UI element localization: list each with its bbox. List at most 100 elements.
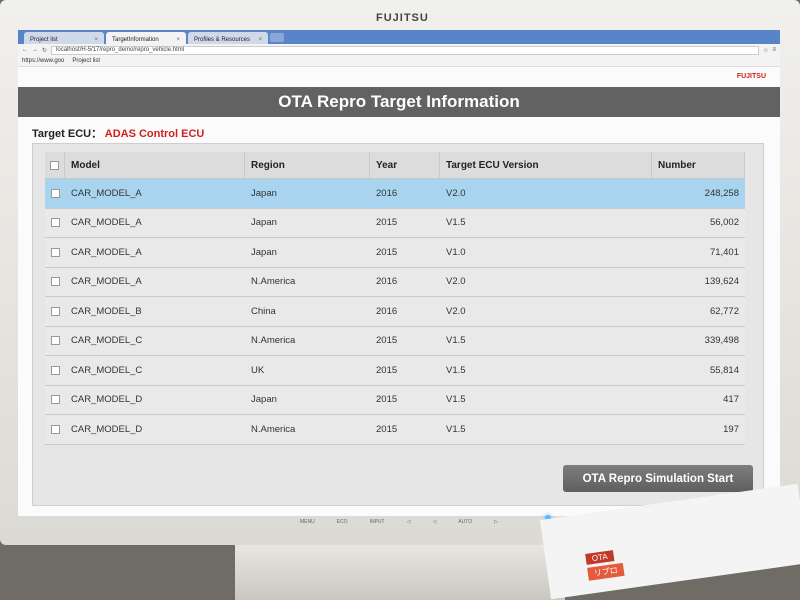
tab-label: Project list [30, 36, 58, 43]
row-checkbox-cell [45, 247, 65, 257]
page-title: OTA Repro Target Information [18, 87, 780, 117]
page-content: FUJITSU OTA Repro Target Information Tar… [18, 67, 780, 516]
cell-year: 2015 [376, 394, 398, 406]
row-checkbox[interactable] [50, 395, 60, 405]
table-row[interactable]: CAR_MODEL_B China 2016 V2.0 62,772 [45, 297, 745, 327]
tab-profiles-resources[interactable]: Profiles & Resources × [188, 32, 268, 44]
table-header: Model Region Year Target ECU Version Num… [45, 152, 745, 179]
cell-model: CAR_MODEL_C [71, 364, 143, 376]
tab-target-information[interactable]: TargetInformation × [106, 32, 186, 44]
cell-region: Japan [251, 394, 277, 406]
row-checkbox-cell [45, 218, 65, 228]
close-icon[interactable]: × [94, 37, 98, 43]
cell-region: Japan [251, 187, 277, 199]
row-checkbox[interactable] [50, 424, 60, 434]
row-checkbox[interactable] [50, 277, 60, 287]
bookmarks-bar: https://www.goo Project list [18, 56, 780, 67]
cell-region: UK [251, 364, 265, 376]
table-row[interactable]: CAR_MODEL_A N.America 2016 V2.0 139,624 [45, 267, 745, 297]
column-header-version[interactable]: Target ECU Version [440, 152, 652, 178]
vehicle-table-panel: Model Region Year Target ECU Version Num… [32, 143, 764, 506]
row-checkbox[interactable] [50, 218, 60, 228]
row-checkbox[interactable] [50, 365, 60, 375]
row-checkbox[interactable] [50, 188, 60, 198]
cell-year: 2015 [376, 335, 398, 347]
table-row[interactable]: CAR_MODEL_C N.America 2015 V1.5 339,498 [45, 326, 745, 356]
hw-button-right[interactable]: ▷ [494, 519, 498, 525]
table-row[interactable]: CAR_MODEL_C UK 2015 V1.5 55,814 [45, 356, 745, 386]
hw-button-eco[interactable]: ECO [337, 519, 348, 525]
row-checkbox-cell [45, 395, 65, 405]
row-checkbox-cell [45, 188, 65, 198]
column-header-region[interactable]: Region [245, 152, 370, 178]
bookmark-item[interactable]: https://www.goo [22, 58, 64, 64]
cell-model: CAR_MODEL_A [71, 187, 142, 199]
new-tab-button[interactable] [270, 33, 284, 42]
row-checkbox[interactable] [50, 247, 60, 257]
cell-version: V1.5 [446, 364, 466, 376]
tab-label: TargetInformation [112, 36, 159, 43]
cell-model: CAR_MODEL_D [71, 423, 143, 435]
cell-year: 2015 [376, 217, 398, 229]
back-icon[interactable]: ← [22, 47, 28, 53]
cell-number: 248,258 [704, 187, 739, 199]
table-row[interactable]: CAR_MODEL_D N.America 2015 V1.5 197 [45, 415, 745, 445]
row-checkbox-cell [45, 336, 65, 346]
table-row[interactable]: CAR_MODEL_D Japan 2015 V1.5 417 [45, 385, 745, 415]
tab-label: Profiles & Resources [194, 36, 251, 43]
close-icon[interactable]: × [258, 37, 262, 43]
bookmark-item[interactable]: Project list [72, 58, 100, 64]
monitor-stand [235, 545, 565, 600]
hw-button-auto[interactable]: AUTO [458, 519, 472, 525]
cell-region: Japan [251, 217, 277, 229]
vehicle-table: Model Region Year Target ECU Version Num… [45, 152, 745, 445]
flyer-chip: リプロ [587, 562, 625, 581]
cell-region: N.America [251, 276, 296, 288]
close-icon[interactable]: × [176, 37, 180, 43]
cell-year: 2015 [376, 246, 398, 258]
page-logo: FUJITSU [736, 73, 766, 80]
row-checkbox-cell [45, 306, 65, 316]
cell-region: N.America [251, 335, 296, 347]
cell-number: 139,624 [704, 276, 739, 288]
forward-icon[interactable]: → [32, 47, 38, 53]
target-ecu-value: ADAS Control ECU [104, 128, 205, 140]
menu-icon[interactable]: ≡ [772, 47, 776, 53]
table-row[interactable]: CAR_MODEL_A Japan 2015 V1.0 71,401 [45, 238, 745, 268]
screen: Project list × TargetInformation × Profi… [18, 30, 780, 516]
hw-button-menu[interactable]: MENU [300, 519, 315, 525]
reload-icon[interactable]: ↻ [42, 47, 47, 54]
cell-model: CAR_MODEL_C [71, 335, 143, 347]
cell-version: V1.5 [446, 423, 466, 435]
monitor-bezel: FUJITSU Project list × TargetInformation… [0, 0, 800, 545]
select-all-checkbox[interactable] [50, 160, 59, 170]
table-row[interactable]: CAR_MODEL_A Japan 2015 V1.5 56,002 [45, 208, 745, 238]
hw-button-left2[interactable]: ◁ [432, 519, 436, 525]
star-icon[interactable]: ☆ [763, 47, 768, 54]
cell-number: 56,002 [709, 217, 739, 229]
cell-version: V1.5 [446, 217, 466, 229]
cell-number: 55,814 [709, 364, 739, 376]
row-checkbox-cell [45, 424, 65, 434]
cell-number: 417 [723, 394, 739, 406]
row-checkbox[interactable] [50, 306, 60, 316]
column-header-number[interactable]: Number [652, 152, 745, 178]
column-header-year[interactable]: Year [370, 152, 440, 178]
hw-button-left[interactable]: ◁ [407, 519, 411, 525]
cell-number: 339,498 [704, 335, 739, 347]
cell-model: CAR_MODEL_B [71, 305, 142, 317]
table-row[interactable]: CAR_MODEL_A Japan 2016 V2.0 248,258 [45, 179, 745, 209]
cell-version: V1.5 [446, 394, 466, 406]
cell-number: 197 [723, 423, 739, 435]
target-ecu-line: Target ECU： ADAS Control ECU [32, 125, 204, 141]
column-header-model[interactable]: Model [65, 152, 245, 178]
cell-version: V2.0 [446, 276, 466, 288]
cell-model: CAR_MODEL_A [71, 217, 142, 229]
cell-region: China [251, 305, 276, 317]
url-field[interactable]: localhost/H-5/17/repro_demo/repro_vehicl… [51, 45, 760, 55]
cell-version: V2.0 [446, 305, 466, 317]
row-checkbox[interactable] [50, 336, 60, 346]
hw-button-input[interactable]: INPUT [370, 519, 385, 525]
simulation-start-button[interactable]: OTA Repro Simulation Start [563, 465, 753, 492]
tab-project-list[interactable]: Project list × [24, 32, 104, 44]
